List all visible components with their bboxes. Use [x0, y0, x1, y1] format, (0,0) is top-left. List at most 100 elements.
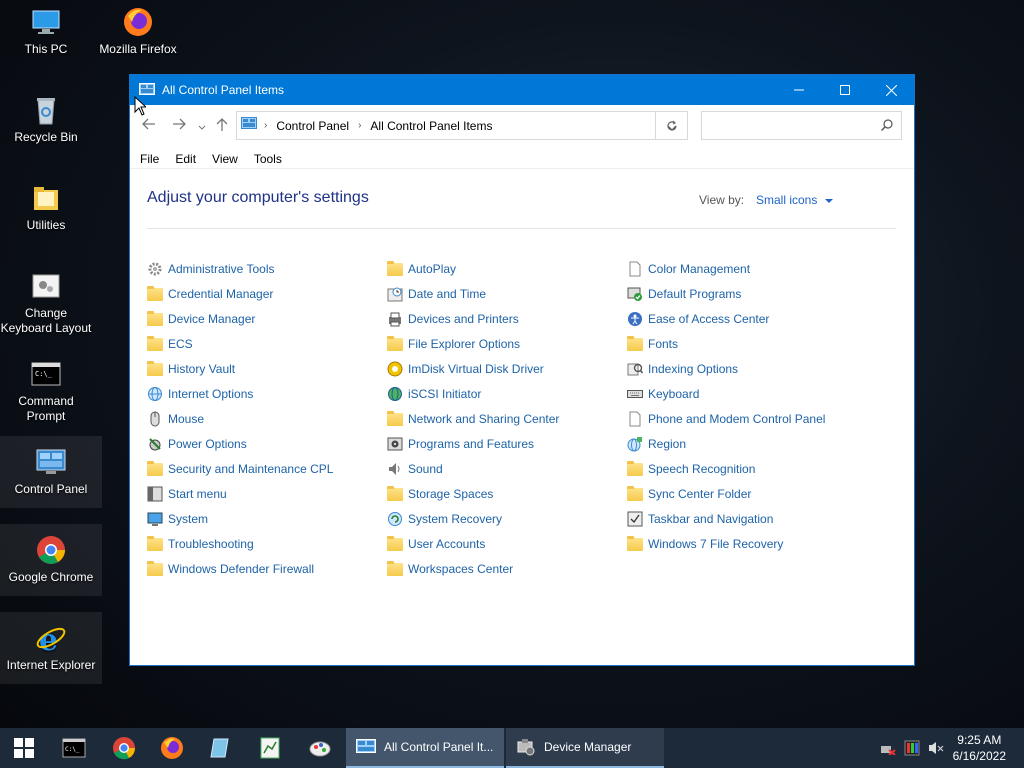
cp-item-file-explorer-options[interactable]: File Explorer Options	[387, 331, 559, 356]
cp-item-workspaces-center[interactable]: Workspaces Center	[387, 556, 559, 581]
taskbar-task-control-panel[interactable]: All Control Panel It...	[346, 728, 504, 768]
taskbar-task-device-manager[interactable]: Device Manager	[506, 728, 664, 768]
recovery-icon	[387, 511, 403, 527]
recycle-bin-icon	[30, 94, 62, 126]
start-button[interactable]	[0, 728, 48, 768]
volume-muted-icon[interactable]	[928, 741, 944, 758]
menu-view[interactable]: View	[212, 147, 238, 169]
maximize-button[interactable]	[822, 75, 868, 105]
cp-item-administrative-tools[interactable]: Administrative Tools	[147, 256, 333, 281]
cp-item-user-accounts[interactable]: User Accounts	[387, 531, 559, 556]
computer-icon	[30, 6, 62, 38]
cp-item-mouse[interactable]: Mouse	[147, 406, 333, 431]
desktop-icon-chrome[interactable]: Google Chrome	[0, 524, 102, 596]
taskbar-icon	[627, 511, 643, 527]
cp-item-devices-and-printers[interactable]: Devices and Printers	[387, 306, 559, 331]
cp-item-power-options[interactable]: Power Options	[147, 431, 333, 456]
windows-logo-icon	[14, 738, 34, 758]
cp-item-troubleshooting[interactable]: Troubleshooting	[147, 531, 333, 556]
chevron-right-icon[interactable]: ›	[358, 120, 361, 131]
cp-item-autoplay[interactable]: AutoPlay	[387, 256, 559, 281]
folder-icon	[147, 461, 163, 476]
search-input[interactable]	[706, 112, 876, 138]
cp-item-system[interactable]: System	[147, 506, 333, 531]
taskbar-task-label: All Control Panel It...	[384, 740, 494, 754]
cp-item-speech-recognition[interactable]: Speech Recognition	[627, 456, 825, 481]
cp-item-default-programs[interactable]: Default Programs	[627, 281, 825, 306]
cp-item-sync-center-folder[interactable]: Sync Center Folder	[627, 481, 825, 506]
desktop-icon-recycle-bin[interactable]: Recycle Bin	[0, 94, 92, 145]
gear-icon	[147, 261, 163, 277]
desktop-icon-firefox[interactable]: Mozilla Firefox	[92, 6, 184, 57]
cp-item-date-and-time[interactable]: Date and Time	[387, 281, 559, 306]
menu-tools[interactable]: Tools	[254, 147, 282, 169]
minimize-button[interactable]	[776, 75, 822, 105]
system-tray	[878, 728, 948, 768]
taskbar-firefox[interactable]	[148, 728, 196, 768]
cp-item-internet-options[interactable]: Internet Options	[147, 381, 333, 406]
desktop-icon-utilities[interactable]: Utilities	[0, 182, 92, 233]
breadcrumb-control-panel[interactable]: Control Panel	[276, 119, 349, 133]
desktop-icon-label: Utilities	[26, 218, 66, 232]
network-icon[interactable]	[880, 741, 896, 758]
cp-item-iscsi-initiator[interactable]: iSCSI Initiator	[387, 381, 559, 406]
refresh-icon	[667, 120, 677, 130]
cp-item-keyboard[interactable]: Keyboard	[627, 381, 825, 406]
cp-item-storage-spaces[interactable]: Storage Spaces	[387, 481, 559, 506]
desktop-icon-control-panel[interactable]: Control Panel	[0, 436, 102, 508]
menu-edit[interactable]: Edit	[175, 147, 196, 169]
heading-divider	[147, 228, 896, 229]
control-panel-icon	[241, 117, 257, 134]
cp-item-ecs[interactable]: ECS	[147, 331, 333, 356]
taskbar-app-1[interactable]	[196, 728, 244, 768]
items-column-1: Administrative Tools Credential Manager …	[147, 256, 333, 581]
svg-text:C:\_: C:\_	[65, 746, 80, 753]
recent-locations-button[interactable]	[198, 120, 206, 134]
firefox-icon	[122, 6, 154, 38]
up-button[interactable]	[216, 118, 228, 135]
taskbar-command-prompt[interactable]: C:\_	[50, 728, 98, 768]
chevron-right-icon[interactable]: ›	[264, 120, 267, 131]
view-by-dropdown[interactable]: Small icons	[756, 193, 833, 207]
breadcrumb-all-items[interactable]: All Control Panel Items	[370, 119, 492, 133]
cp-item-credential-manager[interactable]: Credential Manager	[147, 281, 333, 306]
address-box[interactable]: › Control Panel › All Control Panel Item…	[236, 111, 688, 140]
close-icon	[885, 84, 897, 96]
menu-file[interactable]: File	[140, 147, 159, 169]
taskbar-app-2[interactable]	[246, 728, 294, 768]
clock[interactable]: 9:25 AM 6/16/2022	[953, 732, 1006, 764]
cp-item-ease-of-access-center[interactable]: Ease of Access Center	[627, 306, 825, 331]
cp-item-windows-defender-firewall[interactable]: Windows Defender Firewall	[147, 556, 333, 581]
desktop-icon-internet-explorer[interactable]: e Internet Explorer	[0, 612, 102, 684]
display-icon[interactable]	[904, 740, 920, 759]
forward-button[interactable]	[172, 118, 186, 133]
back-button[interactable]	[142, 118, 156, 133]
desktop-icon-change-keyboard-layout[interactable]: Change Keyboard Layout	[0, 270, 92, 336]
cp-item-color-management[interactable]: Color Management	[627, 256, 825, 281]
taskbar-chrome[interactable]	[100, 728, 148, 768]
cp-item-network-and-sharing-center[interactable]: Network and Sharing Center	[387, 406, 559, 431]
title-bar[interactable]: All Control Panel Items	[130, 75, 914, 105]
folder-icon	[147, 536, 163, 551]
cp-item-imdisk-virtual-disk-driver[interactable]: ImDisk Virtual Disk Driver	[387, 356, 559, 381]
cp-item-programs-and-features[interactable]: Programs and Features	[387, 431, 559, 456]
cp-item-fonts[interactable]: Fonts	[627, 331, 825, 356]
refresh-button[interactable]	[655, 111, 688, 140]
cp-item-device-manager[interactable]: Device Manager	[147, 306, 333, 331]
cp-item-security-and-maintenance-cpl[interactable]: Security and Maintenance CPL	[147, 456, 333, 481]
cp-item-windows-7-file-recovery[interactable]: Windows 7 File Recovery	[627, 531, 825, 556]
search-icon[interactable]	[881, 119, 893, 134]
cp-item-region[interactable]: Region	[627, 431, 825, 456]
taskbar-app-3[interactable]	[296, 728, 344, 768]
close-button[interactable]	[868, 75, 914, 105]
cp-item-start-menu[interactable]: Start menu	[147, 481, 333, 506]
cp-item-taskbar-and-navigation[interactable]: Taskbar and Navigation	[627, 506, 825, 531]
desktop-icon-this-pc[interactable]: This PC	[0, 6, 92, 57]
cp-item-indexing-options[interactable]: Indexing Options	[627, 356, 825, 381]
search-box[interactable]	[701, 111, 902, 140]
cp-item-system-recovery[interactable]: System Recovery	[387, 506, 559, 531]
cp-item-history-vault[interactable]: History Vault	[147, 356, 333, 381]
cp-item-phone-and-modem[interactable]: Phone and Modem Control Panel	[627, 406, 825, 431]
cp-item-sound[interactable]: Sound	[387, 456, 559, 481]
desktop-icon-command-prompt[interactable]: C:\_ Command Prompt	[0, 358, 92, 424]
